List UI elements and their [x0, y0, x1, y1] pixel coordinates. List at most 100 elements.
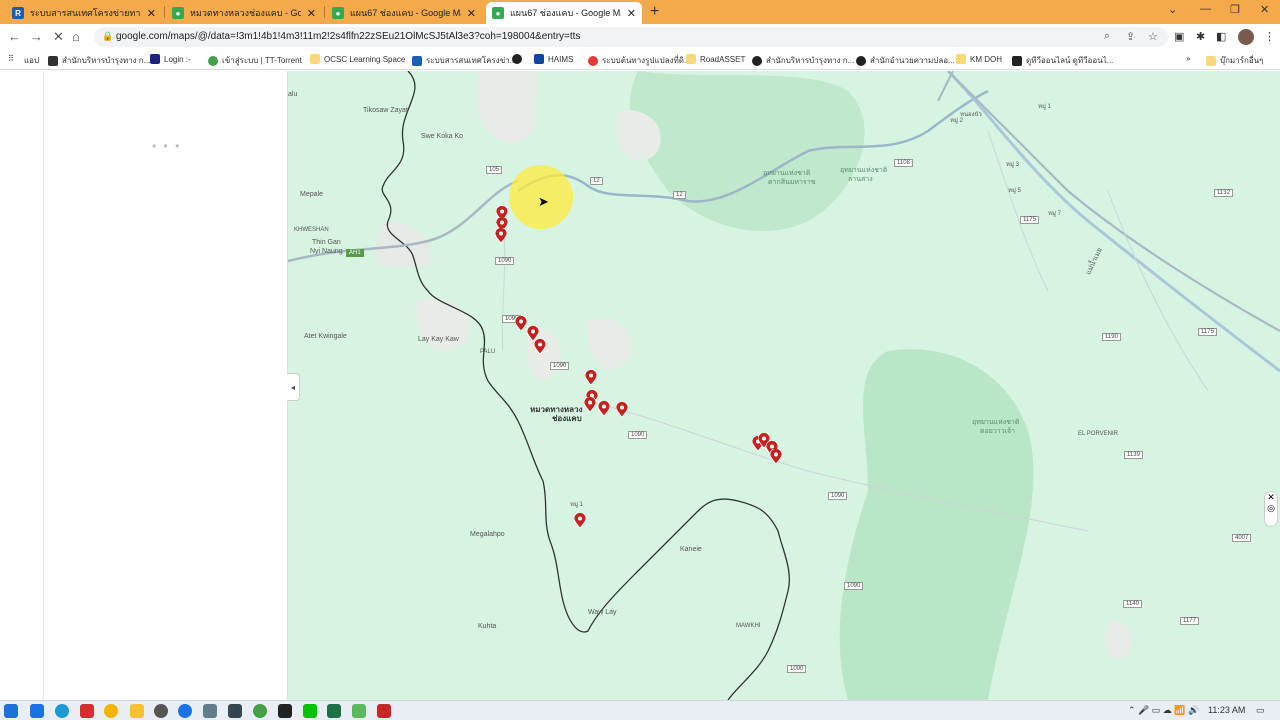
forward-button[interactable]: →	[30, 29, 43, 44]
loading-indicator: • • •	[152, 139, 182, 153]
extension-icon[interactable]: ▣	[1174, 30, 1184, 43]
route-shield: 4007	[1232, 534, 1252, 542]
bookmark-item[interactable]: ระบบสารสนเทศโครงข่า...	[412, 54, 516, 67]
bookmark-icon	[1012, 55, 1022, 66]
bookmark-label: ระบบสารสนเทศโครงข่า...	[426, 56, 517, 65]
bookmark-item[interactable]: RoadASSET	[686, 54, 745, 64]
line-icon[interactable]	[303, 704, 317, 718]
home-icon[interactable]: ⌂	[72, 29, 80, 44]
puzzle-icon[interactable]: ✱	[1196, 30, 1205, 43]
folder-icon	[310, 54, 320, 64]
bookmark-item[interactable]: สำนักบริหารบำรุงทาง ก...	[48, 54, 150, 67]
menu-icon[interactable]: ⋮	[1264, 30, 1275, 43]
map-label: หนองบัว	[960, 112, 982, 118]
layers-icon[interactable]: ◎	[1265, 503, 1277, 514]
route-shield: 105	[486, 166, 503, 174]
lock-icon[interactable]: 🔒	[102, 31, 113, 42]
maximize-button[interactable]: ❐	[1230, 3, 1240, 16]
bookmark-item[interactable]: ดูทีวีออนไลน์ ดูทีวีออนไ...	[1012, 54, 1113, 67]
avatar[interactable]	[1238, 29, 1254, 45]
edge-icon[interactable]	[55, 704, 69, 718]
mouse-cursor-icon: ➤	[538, 194, 549, 209]
close-icon[interactable]: ✕	[1265, 492, 1277, 503]
map-pin-icon[interactable]	[534, 339, 546, 354]
map-label: EL PORVENIR	[1078, 431, 1119, 437]
map-label: MAWKHI	[736, 623, 761, 629]
app-icon[interactable]	[352, 704, 366, 718]
app-icon[interactable]	[203, 704, 217, 718]
notification-icon[interactable]: ▭	[1256, 705, 1265, 716]
new-tab-button[interactable]: +	[650, 3, 659, 21]
tab-1[interactable]: R ระบบสารสนเทศโครงข่ายทางหลวง ✕	[6, 2, 162, 24]
apps-icon[interactable]: ⠿	[8, 54, 14, 63]
app-icon[interactable]	[80, 704, 94, 718]
share-icon[interactable]: ⇪	[1126, 30, 1135, 43]
close-icon[interactable]: ✕	[147, 7, 156, 20]
bookmark-item[interactable]: HAIMS	[534, 54, 573, 64]
map-label: Nyi Naung	[310, 248, 343, 255]
bookmark-star-icon[interactable]: ☆	[1148, 30, 1158, 43]
route-shield: AH1	[346, 249, 364, 257]
bookmark-item[interactable]: สำนักบริหารบำรุงทาง ก...	[752, 54, 854, 67]
stop-icon[interactable]: ✕	[53, 29, 64, 45]
bookmark-label: OCSC Learning Space	[324, 54, 406, 64]
map-pin-icon[interactable]	[495, 228, 507, 243]
bookmark-item[interactable]: OCSC Learning Space	[310, 54, 405, 64]
tray-icons[interactable]: ⌃ 🎤 ▭ ☁ 📶 🔊	[1128, 705, 1199, 716]
clock[interactable]: 11:23 AM	[1208, 705, 1245, 715]
route-shield: 1140	[1123, 600, 1142, 608]
map-pin-icon[interactable]	[515, 316, 527, 331]
explorer-icon[interactable]	[130, 704, 144, 718]
map-controls[interactable]: ✕ ◎	[1264, 491, 1278, 527]
bookmark-item[interactable]: สำนักอำนวยความปลอ...	[856, 54, 955, 67]
app-icon[interactable]	[228, 704, 242, 718]
windows-taskbar: ⌃ 🎤 ▭ ☁ 📶 🔊 11:23 AM ▭	[0, 700, 1280, 720]
map-pin-icon[interactable]	[584, 397, 596, 412]
map-pin-icon[interactable]	[598, 401, 610, 416]
map-pin-icon[interactable]	[770, 449, 782, 464]
bookmark-item[interactable]: เข้าสู่ระบบ | TT-Torrent	[208, 54, 302, 67]
tab-2[interactable]: ● หมวดทางหลวงช่องแคบ - Google M ✕	[166, 2, 322, 24]
sidepanel-icon[interactable]: ◧	[1216, 30, 1226, 43]
map-pin-icon[interactable]	[585, 370, 597, 385]
chrome-icon[interactable]	[104, 704, 118, 718]
map-label: PALU	[480, 349, 496, 355]
route-shield: 1090	[844, 582, 864, 590]
bookmark-item[interactable]: แอป	[24, 54, 39, 67]
app-icon[interactable]	[253, 704, 267, 718]
bookmark-label: เข้าสู่ระบบ | TT-Torrent	[222, 56, 302, 65]
address-bar[interactable]: 🔒 google.com/maps/@/data=!3m1!4b1!4m3!11…	[94, 27, 1168, 47]
route-shield: 1139	[1124, 451, 1143, 459]
map-pin-icon[interactable]	[616, 402, 628, 417]
excel-icon[interactable]	[327, 704, 341, 718]
close-window-button[interactable]: ✕	[1260, 3, 1269, 16]
close-icon[interactable]: ✕	[627, 7, 636, 20]
collapse-panel-button[interactable]: ◂	[287, 373, 300, 401]
map-label: KHWESHAN	[294, 227, 329, 233]
more-bookmarks-icon[interactable]: »	[1186, 54, 1190, 63]
close-icon[interactable]: ✕	[307, 7, 316, 20]
map-label: หมู่ 3	[1006, 162, 1019, 168]
bookmark-item[interactable]: KM DOH	[956, 54, 1002, 64]
app-icon[interactable]	[154, 704, 168, 718]
minimize-button[interactable]: —	[1200, 3, 1211, 15]
tab-4-active[interactable]: ● แผน67 ช่องแคบ - Google Maps ✕	[486, 2, 642, 24]
map-pin-icon[interactable]	[574, 513, 586, 528]
app-icon[interactable]	[178, 704, 192, 718]
url-text[interactable]: google.com/maps/@/data=!3m1!4b1!4m3!11m2…	[116, 31, 580, 42]
mail-icon[interactable]	[30, 704, 44, 718]
tab-search-icon[interactable]: ⌄	[1168, 3, 1177, 16]
bookmark-item[interactable]: ระบบต้นทางรูปแปลงที่ดิ...	[588, 54, 691, 67]
bookmark-item[interactable]	[512, 54, 526, 64]
bookmark-item[interactable]: Login :-	[150, 54, 191, 64]
app-icon[interactable]	[377, 704, 391, 718]
tab-bar: R ระบบสารสนเทศโครงข่ายทางหลวง ✕ ● หมวดทา…	[0, 0, 1280, 24]
other-bookmarks[interactable]: บุ๊กมาร์กอื่นๆ	[1206, 54, 1263, 67]
app-icon[interactable]	[278, 704, 292, 718]
start-icon[interactable]	[4, 704, 18, 718]
close-icon[interactable]: ✕	[467, 7, 476, 20]
back-button[interactable]: ←	[8, 29, 21, 44]
map-canvas[interactable]: alu Tikosaw Zayat Swe Koka Ko Mepale KHW…	[288, 71, 1280, 700]
tab-3[interactable]: ● แผน67 ช่องแคบ - Google Maps ✕	[326, 2, 482, 24]
search-icon[interactable]: ⌕	[1104, 30, 1110, 43]
